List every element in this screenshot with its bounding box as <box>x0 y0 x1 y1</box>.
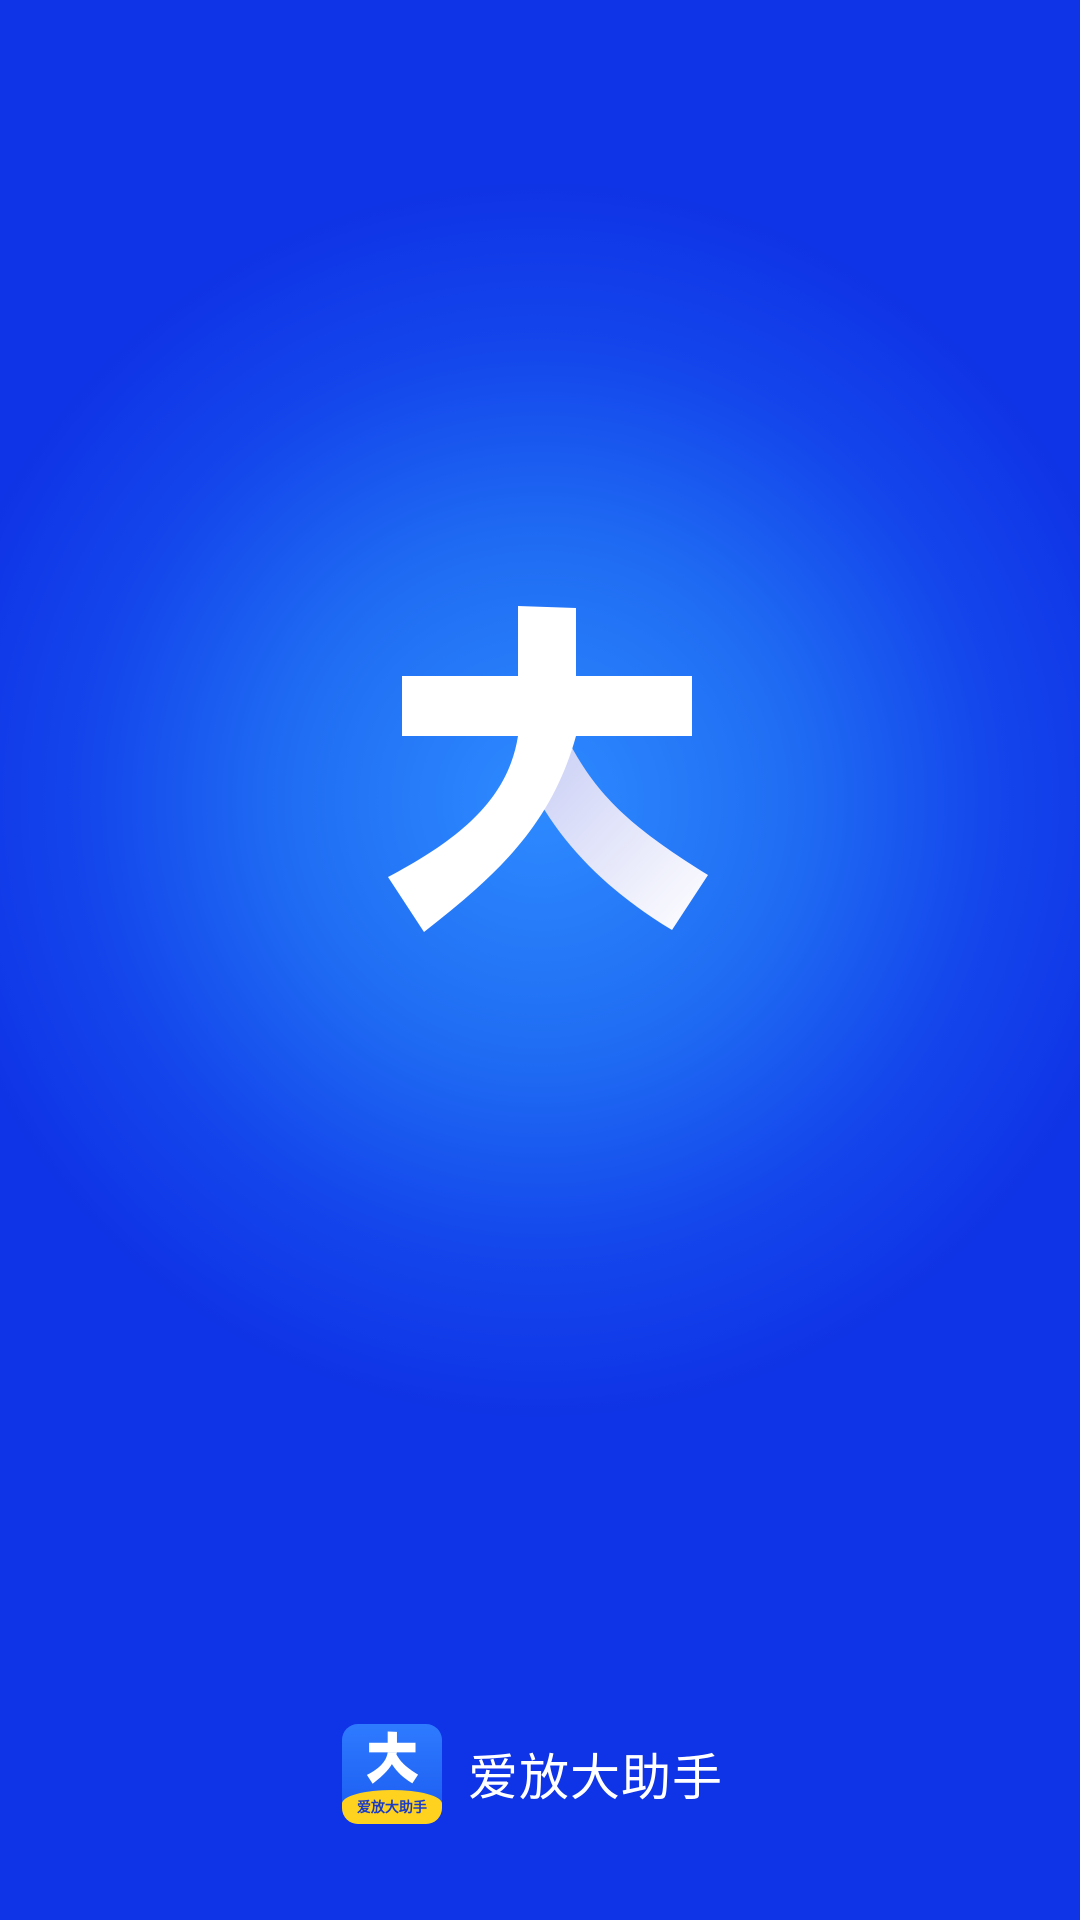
app-logo-icon: 爱放大助手 <box>342 1724 442 1824</box>
app-icon-da-mark <box>366 1731 419 1784</box>
brand-row: 爱放大助手 爱放大助手 <box>342 1724 723 1824</box>
app-icon-banner: 爱放大助手 <box>342 1790 442 1824</box>
splash-screen: 爱放大助手 爱放大助手 <box>0 0 1080 1920</box>
app-icon-banner-text: 爱放大助手 <box>357 1800 427 1816</box>
da-character-logo <box>388 606 708 932</box>
app-name: 爱放大助手 <box>468 1749 723 1807</box>
